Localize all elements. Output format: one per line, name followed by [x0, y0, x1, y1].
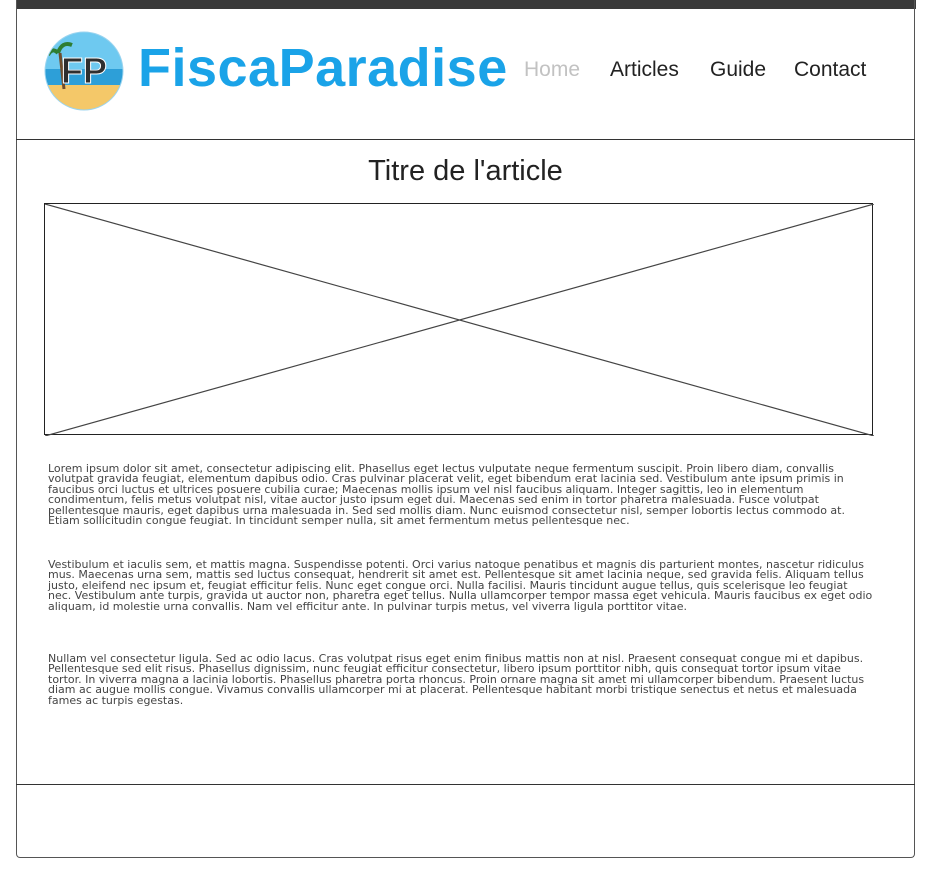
- logo-icon[interactable]: FP: [44, 31, 124, 111]
- nav-guide-link[interactable]: Guide: [710, 58, 766, 82]
- article-title: Titre de l'article: [368, 155, 563, 187]
- article-paragraph-2: Vestibulum et iaculis sem, et mattis mag…: [48, 558, 873, 613]
- brand-title[interactable]: FiscaParadise: [138, 37, 508, 99]
- logo-letters: FP: [61, 50, 107, 91]
- nav-contact-link[interactable]: Contact: [794, 58, 866, 82]
- nav-home-link[interactable]: Home: [524, 58, 580, 82]
- article-paragraph-1: Lorem ipsum dolor sit amet, consectetur …: [48, 462, 845, 528]
- image-placeholder-cross-icon: [45, 204, 874, 436]
- article-paragraph-3: Nullam vel consectetur ligula. Sed ac od…: [48, 652, 865, 707]
- nav-articles-link[interactable]: Articles: [610, 58, 679, 82]
- site-header: FP FiscaParadise Home Articles Guide Con…: [16, 9, 915, 140]
- image-placeholder: [44, 203, 874, 436]
- footer-divider: [16, 784, 915, 785]
